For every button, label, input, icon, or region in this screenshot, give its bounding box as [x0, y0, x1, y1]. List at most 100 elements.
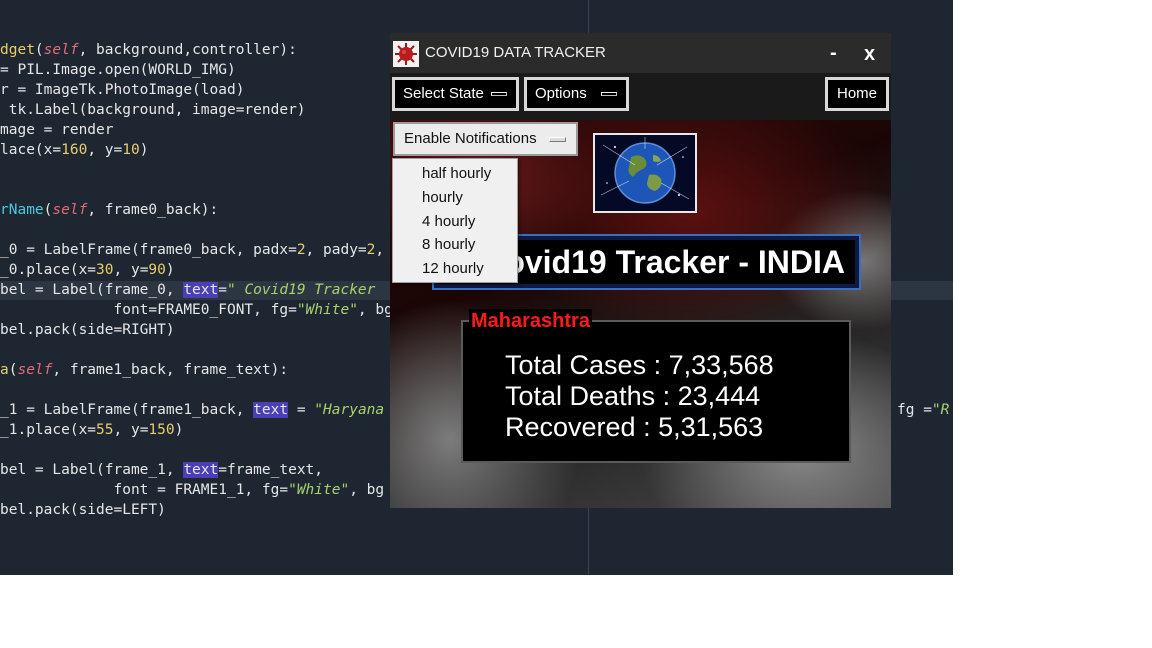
code-token: , bg — [349, 482, 385, 498]
code-token: ) — [165, 262, 175, 278]
code-token: _1.place(x= — [0, 422, 97, 438]
code-token: ( — [34, 42, 44, 58]
code-token: 10 — [122, 142, 140, 158]
code-token: 2 — [296, 242, 306, 258]
code-token: , y= — [87, 142, 123, 158]
code-token: = — [288, 402, 315, 418]
code-token: = PIL.Image.open(WORLD_IMG) — [0, 62, 236, 78]
code-token: self — [52, 202, 88, 218]
code-line: = PIL.Image.open(WORLD_IMG) — [0, 60, 236, 80]
dropdown-item-8-hourly[interactable]: 8 hourly — [422, 235, 475, 255]
code-token: font = FRAME1_1, fg= — [0, 482, 289, 498]
code-line: r = ImageTk.PhotoImage(load) — [0, 80, 244, 100]
recovered: Recovered : 5,31,563 — [505, 412, 764, 442]
code-token: " Covid19 Tracker — [226, 282, 376, 298]
options-label: Options — [535, 85, 587, 102]
code-token: = — [218, 282, 227, 298]
menu-indicator-icon — [491, 92, 507, 96]
code-line: font = FRAME1_1, fg="White", bg — [0, 480, 384, 500]
notification-interval-dropdown[interactable]: half hourly hourly 4 hourly 8 hourly 12 … — [392, 158, 518, 283]
code-token: bel.pack(side=RIGHT) — [0, 322, 175, 338]
code-token: mage = render — [0, 122, 114, 138]
select-state-label: Select State — [403, 85, 484, 102]
minimize-button[interactable]: - — [830, 42, 837, 65]
window-title: COVID19 DATA TRACKER — [425, 44, 606, 61]
menu-indicator-icon — [601, 92, 617, 96]
code-token: "White" — [296, 302, 358, 318]
code-line: dget(self, background,controller): — [0, 40, 297, 60]
code-token: , frame0_back): — [87, 202, 219, 218]
state-name: Maharashtra — [469, 309, 592, 333]
state-stats-frame: Total Cases : 7,33,568 Total Deaths : 23… — [461, 320, 851, 463]
code-token: fg = — [897, 402, 932, 418]
code-line: _0.place(x=30, y=90) — [0, 260, 175, 280]
code-token: 160 — [61, 142, 88, 158]
enable-notifications-menu-button[interactable]: Enable Notifications — [393, 122, 578, 156]
code-token: bel = Label(frame_0, — [0, 282, 184, 298]
code-token: _0 = LabelFrame(frame0_back, padx= — [0, 242, 297, 258]
code-token: =frame_text, — [218, 462, 324, 478]
code-token: ) — [139, 142, 149, 158]
code-line: bel = Label(frame_0, text=" Covid19 Trac… — [0, 280, 375, 300]
code-line: bel.pack(side=LEFT) — [0, 500, 166, 520]
code-line: a(self, frame1_back, frame_text): — [0, 360, 288, 380]
code-token: rName — [0, 202, 44, 218]
code-token: , pady= — [305, 242, 367, 258]
code-line: bel = Label(frame_1, text=frame_text, — [0, 460, 323, 480]
code-line: font=FRAME0_FONT, fg="White", bg — [0, 300, 393, 320]
code-token: _1 = LabelFrame(frame1_back, — [0, 402, 254, 418]
code-token: bel.pack(side=LEFT) — [0, 502, 166, 518]
home-button[interactable]: Home — [825, 77, 889, 111]
menu-bar: Select State Options Home — [390, 73, 891, 120]
code-line: _1.place(x=55, y=150) — [0, 420, 183, 440]
dropdown-item-12-hourly[interactable]: 12 hourly — [422, 259, 484, 279]
code-token: lace(x= — [0, 142, 62, 158]
total-cases: Total Cases : 7,33,568 — [505, 350, 774, 380]
home-label: Home — [837, 85, 878, 102]
code-line: _1 = LabelFrame(frame1_back, text = "Har… — [0, 400, 384, 420]
code-token: , bg — [357, 302, 393, 318]
code-token: "R — [931, 402, 950, 418]
code-line: rName(self, frame0_back): — [0, 200, 218, 220]
code-token: , background,controller): — [78, 42, 297, 58]
globe-icon — [595, 135, 695, 211]
code-token: a — [0, 362, 9, 378]
code-token: 150 — [148, 422, 175, 438]
code-token: , frame1_back, frame_text): — [52, 362, 289, 378]
code-token: , y= — [113, 422, 149, 438]
code-token: 30 — [96, 262, 114, 278]
code-token: self — [17, 362, 53, 378]
close-button[interactable]: x — [864, 43, 875, 66]
code-token: bel = Label(frame_1, — [0, 462, 184, 478]
title-bar[interactable]: COVID19 DATA TRACKER - x — [390, 33, 891, 73]
code-token: "Haryana — [314, 402, 385, 418]
options-menu-button[interactable]: Options — [524, 77, 629, 111]
menu-indicator-icon — [549, 137, 566, 142]
select-state-menu-button[interactable]: Select State — [392, 77, 519, 111]
code-token: text — [183, 282, 219, 298]
dropdown-item-4-hourly[interactable]: 4 hourly — [422, 212, 475, 232]
enable-notifications-label: Enable Notifications — [404, 130, 537, 147]
code-token: text — [183, 462, 219, 478]
code-token: self — [43, 42, 79, 58]
code-token: dget — [0, 42, 35, 58]
code-token: , — [375, 242, 385, 258]
code-line: _0 = LabelFrame(frame0_back, padx=2, pad… — [0, 240, 384, 260]
code-token: r = ImageTk.PhotoImage(load) — [0, 82, 245, 98]
total-deaths: Total Deaths : 23,444 — [505, 381, 761, 411]
code-token: , y= — [113, 262, 149, 278]
code-line: mage = render — [0, 120, 114, 140]
code-token: 55 — [96, 422, 114, 438]
dropdown-item-hourly[interactable]: hourly — [422, 188, 463, 208]
code-fragment-right: fg ="R — [897, 400, 949, 420]
code-line: bel.pack(side=RIGHT) — [0, 320, 175, 340]
code-token: "White" — [288, 482, 350, 498]
dropdown-item-half-hourly[interactable]: half hourly — [422, 164, 491, 184]
code-token: ) — [174, 422, 184, 438]
code-token: font=FRAME0_FONT, fg= — [0, 302, 297, 318]
code-token: tk.Label(background, image=render) — [0, 102, 306, 118]
code-line: tk.Label(background, image=render) — [0, 100, 306, 120]
code-token: 90 — [148, 262, 166, 278]
virus-icon — [393, 41, 419, 67]
code-line: lace(x=160, y=10) — [0, 140, 148, 160]
